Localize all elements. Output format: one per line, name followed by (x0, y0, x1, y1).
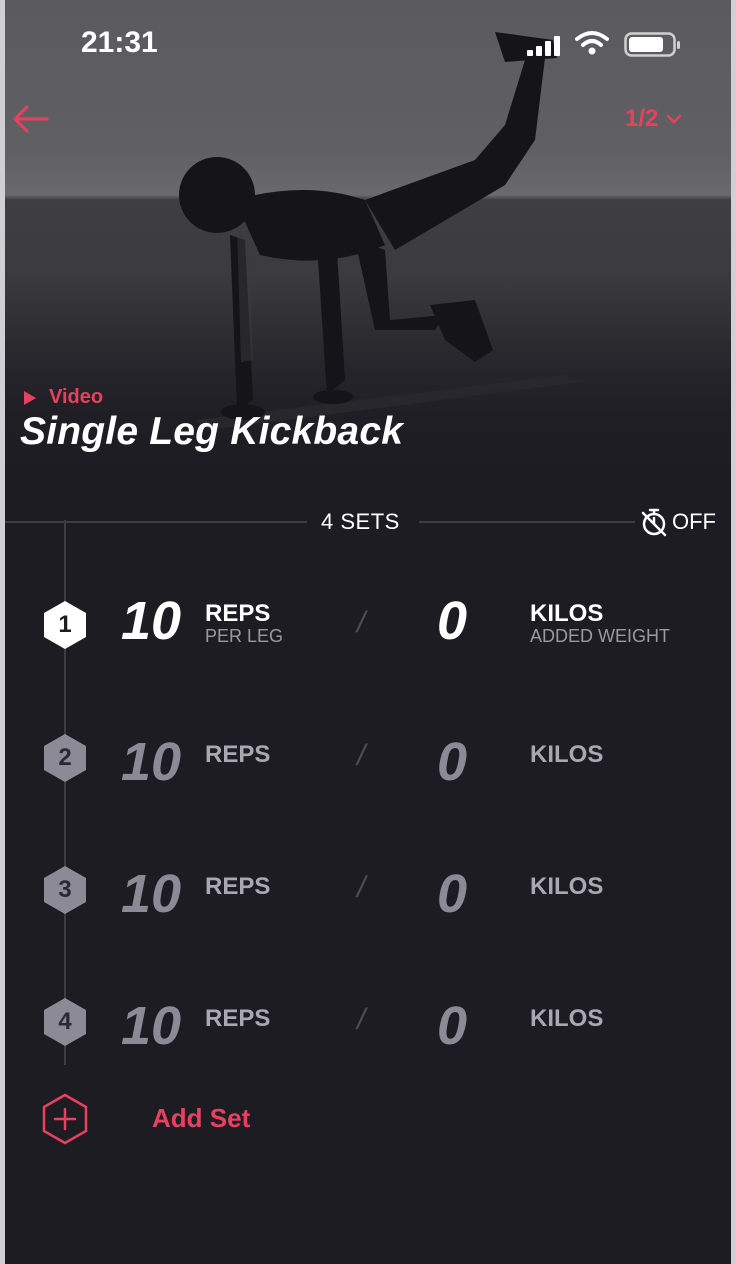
reps-value[interactable]: 10 (121, 590, 181, 652)
divider (419, 521, 635, 523)
separator: / (357, 871, 366, 904)
set-row[interactable]: 1 10 REPS PER LEG / 0 KILOS ADDED WEIGHT (5, 580, 731, 670)
signal-icon (527, 36, 560, 56)
set-number: 2 (58, 744, 72, 771)
weight-value[interactable]: 0 (437, 995, 467, 1057)
weight-label: KILOS (530, 600, 604, 627)
set-row[interactable]: 2 10 REPS / 0 KILOS (5, 713, 731, 803)
rest-timer-toggle[interactable]: OFF (640, 507, 716, 537)
set-number: 3 (58, 876, 72, 903)
reps-value[interactable]: 10 (121, 731, 181, 793)
reps-label: REPS (205, 600, 271, 627)
divider (5, 521, 307, 523)
weight-sublabel: ADDED WEIGHT (530, 626, 671, 646)
reps-label: REPS (205, 873, 271, 900)
weight-label: KILOS (530, 1005, 604, 1032)
timer-off-icon (641, 508, 667, 537)
separator: / (357, 606, 366, 639)
exercise-title: Single Leg Kickback (20, 410, 404, 453)
reps-value[interactable]: 10 (121, 995, 181, 1057)
separator: / (357, 739, 366, 772)
set-row[interactable]: 3 10 REPS / 0 KILOS (5, 845, 731, 935)
add-icon (42, 1093, 88, 1145)
reps-label: REPS (205, 1005, 271, 1032)
set-row[interactable]: 4 10 REPS / 0 KILOS (5, 977, 731, 1067)
weight-label: KILOS (530, 873, 604, 900)
set-number: 1 (58, 611, 72, 638)
exercise-pager-dropdown[interactable]: 1/2 (625, 105, 682, 133)
set-number: 4 (58, 1008, 72, 1035)
sets-count: 4 SETS (321, 509, 400, 534)
video-link[interactable]: Video (23, 386, 103, 409)
weight-value[interactable]: 0 (437, 590, 467, 652)
weight-value[interactable]: 0 (437, 731, 467, 793)
phone-screen: 21:31 1/2 Video Single Leg Kickback 4 SE… (5, 0, 731, 1264)
battery-icon (624, 32, 680, 57)
status-time: 21:31 (81, 26, 158, 59)
status-bar: 21:31 (5, 0, 731, 90)
reps-value[interactable]: 10 (121, 863, 181, 925)
sets-bar: 4 SETS OFF (5, 503, 731, 539)
video-label: Video (49, 386, 104, 408)
wifi-icon (575, 31, 609, 55)
play-icon (24, 390, 36, 405)
weight-value[interactable]: 0 (437, 863, 467, 925)
back-arrow-icon[interactable] (11, 104, 51, 134)
reps-sublabel: PER LEG (205, 626, 284, 646)
timer-label: OFF (672, 509, 716, 534)
pager-label: 1/2 (625, 105, 659, 132)
add-set-label: Add Set (152, 1103, 251, 1133)
chevron-down-icon (667, 114, 682, 124)
add-set-button[interactable]: Add Set (39, 1093, 339, 1145)
weight-label: KILOS (530, 741, 604, 768)
separator: / (357, 1003, 366, 1036)
reps-label: REPS (205, 741, 271, 768)
